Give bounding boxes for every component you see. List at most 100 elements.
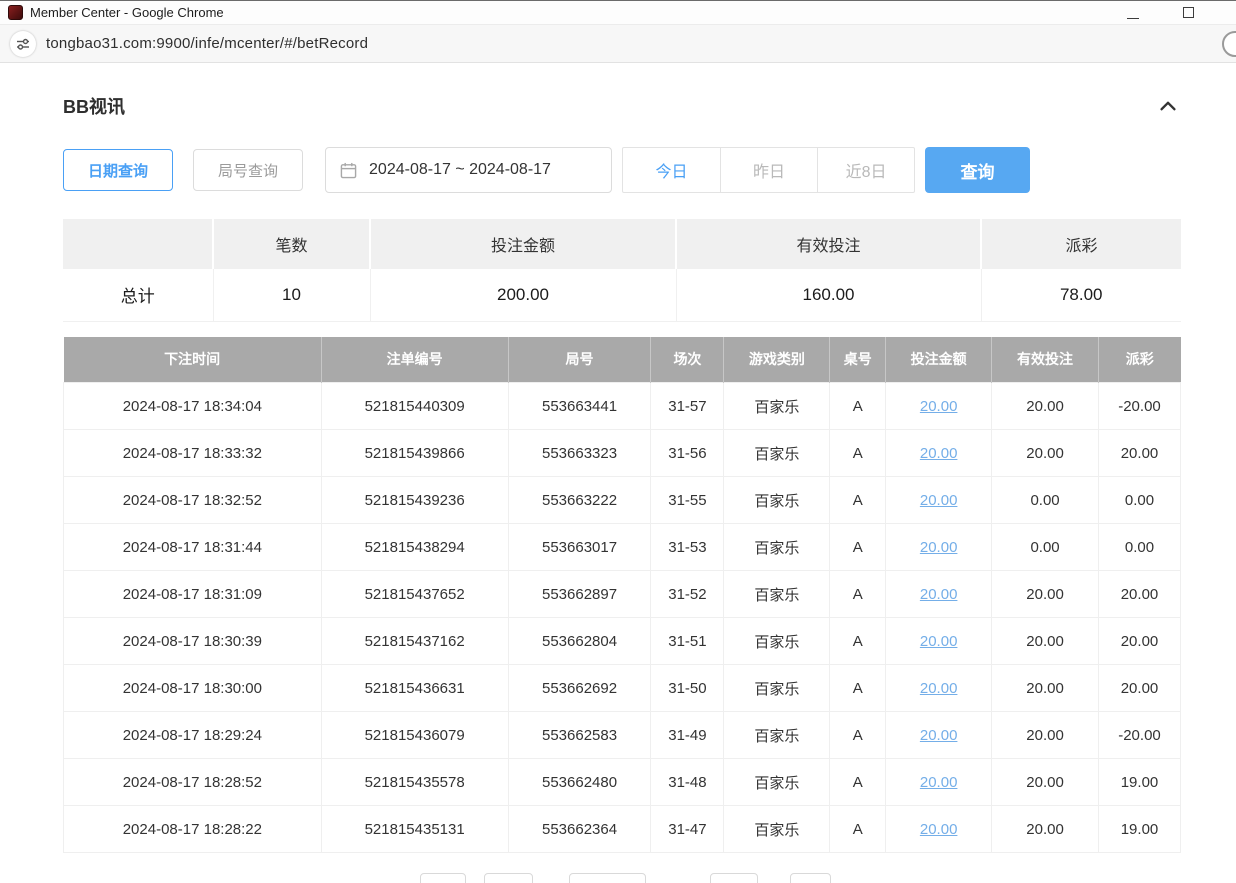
cell-payout: -20.00 xyxy=(1098,383,1180,430)
bet-amount-link[interactable]: 20.00 xyxy=(920,821,958,838)
window-controls xyxy=(1127,7,1228,19)
header-session: 场次 xyxy=(651,337,724,383)
pagination-button[interactable] xyxy=(484,873,533,883)
window-titlebar: Member Center - Google Chrome xyxy=(0,1,1236,25)
cell-bet-number: 521815438294 xyxy=(321,524,508,571)
bet-amount-link[interactable]: 20.00 xyxy=(920,633,958,650)
window-title: Member Center - Google Chrome xyxy=(30,5,224,20)
table-row: 2024-08-17 18:32:52 521815439236 5536632… xyxy=(64,477,1181,524)
minimize-button[interactable] xyxy=(1127,7,1139,19)
header-table-number: 桌号 xyxy=(830,337,886,383)
section-header: BB视讯 xyxy=(63,93,1181,119)
cell-bet-number: 521815436631 xyxy=(321,665,508,712)
cell-bet-amount: 20.00 xyxy=(886,806,992,853)
cell-bet-amount: 20.00 xyxy=(886,618,992,665)
cell-round-number: 553662480 xyxy=(508,759,651,806)
cell-table-number: A xyxy=(830,571,886,618)
cell-bet-time: 2024-08-17 18:34:04 xyxy=(64,383,322,430)
pagination-button[interactable] xyxy=(710,873,758,883)
pagination-button[interactable] xyxy=(420,873,466,883)
cell-round-number: 553663323 xyxy=(508,430,651,477)
bet-record-table: 下注时间 注单编号 局号 场次 游戏类别 桌号 投注金额 有效投注 派彩 202… xyxy=(63,337,1181,854)
pagination-jump-input[interactable] xyxy=(790,873,831,883)
bet-table-header-row: 下注时间 注单编号 局号 场次 游戏类别 桌号 投注金额 有效投注 派彩 xyxy=(64,337,1181,383)
cell-game-type: 百家乐 xyxy=(724,383,830,430)
maximize-button[interactable] xyxy=(1183,7,1194,18)
cell-bet-number: 521815436079 xyxy=(321,712,508,759)
summary-header-valid-bet: 有效投注 xyxy=(676,219,981,269)
quick-last8days-button[interactable]: 近8日 xyxy=(817,148,914,192)
table-row: 2024-08-17 18:33:32 521815439866 5536633… xyxy=(64,430,1181,477)
cell-table-number: A xyxy=(830,712,886,759)
collapse-section-button[interactable] xyxy=(1155,93,1181,119)
pagination-page-select[interactable] xyxy=(569,873,646,883)
profile-avatar[interactable] xyxy=(1222,31,1236,57)
quick-yesterday-button[interactable]: 昨日 xyxy=(720,148,817,192)
summary-total-row: 总计 10 200.00 160.00 78.00 xyxy=(63,269,1181,321)
cell-valid-bet: 0.00 xyxy=(992,524,1099,571)
cell-payout: 20.00 xyxy=(1098,618,1180,665)
cell-bet-amount: 20.00 xyxy=(886,477,992,524)
summary-header-row: 笔数 投注金额 有效投注 派彩 xyxy=(63,219,1181,269)
cell-bet-number: 521815439236 xyxy=(321,477,508,524)
bet-amount-link[interactable]: 20.00 xyxy=(920,774,958,791)
search-button[interactable]: 查询 xyxy=(925,147,1030,193)
summary-header-payout: 派彩 xyxy=(981,219,1181,269)
table-row: 2024-08-17 18:28:22 521815435131 5536623… xyxy=(64,806,1181,853)
chevron-up-icon xyxy=(1157,95,1179,117)
cell-session: 31-53 xyxy=(651,524,724,571)
cell-table-number: A xyxy=(830,618,886,665)
date-query-tab[interactable]: 日期查询 xyxy=(63,149,173,191)
bet-amount-link[interactable]: 20.00 xyxy=(920,680,958,697)
summary-table: 笔数 投注金额 有效投注 派彩 总计 10 200.00 160.00 78.0… xyxy=(63,219,1181,322)
bet-amount-link[interactable]: 20.00 xyxy=(920,492,958,509)
round-query-tab[interactable]: 局号查询 xyxy=(193,149,303,191)
cell-game-type: 百家乐 xyxy=(724,665,830,712)
date-range-value: 2024-08-17 ~ 2024-08-17 xyxy=(369,161,551,179)
bet-amount-link[interactable]: 20.00 xyxy=(920,727,958,744)
cell-round-number: 553662804 xyxy=(508,618,651,665)
cell-table-number: A xyxy=(830,759,886,806)
cell-bet-amount: 20.00 xyxy=(886,759,992,806)
cell-game-type: 百家乐 xyxy=(724,806,830,853)
date-range-picker[interactable]: 2024-08-17 ~ 2024-08-17 xyxy=(325,147,612,193)
cell-table-number: A xyxy=(830,524,886,571)
cell-bet-number: 521815437652 xyxy=(321,571,508,618)
table-row: 2024-08-17 18:31:44 521815438294 5536630… xyxy=(64,524,1181,571)
cell-table-number: A xyxy=(830,477,886,524)
browser-window: Member Center - Google Chrome tongbao31.… xyxy=(0,0,1236,883)
summary-total-bet-amount: 200.00 xyxy=(370,269,676,321)
cell-session: 31-51 xyxy=(651,618,724,665)
cell-valid-bet: 20.00 xyxy=(992,383,1099,430)
cell-payout: 20.00 xyxy=(1098,665,1180,712)
cell-bet-number: 521815435131 xyxy=(321,806,508,853)
cell-payout: 0.00 xyxy=(1098,477,1180,524)
table-row: 2024-08-17 18:30:00 521815436631 5536626… xyxy=(64,665,1181,712)
calendar-icon xyxy=(340,162,357,179)
cell-valid-bet: 20.00 xyxy=(992,571,1099,618)
cell-bet-number: 521815439866 xyxy=(321,430,508,477)
bet-record-page: BB视讯 日期查询 局号查询 xyxy=(0,63,1236,853)
cell-payout: -20.00 xyxy=(1098,712,1180,759)
tune-icon xyxy=(16,37,30,51)
table-row: 2024-08-17 18:29:24 521815436079 5536625… xyxy=(64,712,1181,759)
cell-game-type: 百家乐 xyxy=(724,571,830,618)
cell-round-number: 553663017 xyxy=(508,524,651,571)
cell-valid-bet: 20.00 xyxy=(992,712,1099,759)
bet-amount-link[interactable]: 20.00 xyxy=(920,445,958,462)
header-bet-amount: 投注金额 xyxy=(886,337,992,383)
bet-amount-link[interactable]: 20.00 xyxy=(920,539,958,556)
table-row: 2024-08-17 18:34:04 521815440309 5536634… xyxy=(64,383,1181,430)
bet-amount-link[interactable]: 20.00 xyxy=(920,586,958,603)
cell-bet-amount: 20.00 xyxy=(886,571,992,618)
bet-amount-link[interactable]: 20.00 xyxy=(920,398,958,415)
cell-round-number: 553662897 xyxy=(508,571,651,618)
site-settings-button[interactable] xyxy=(10,31,36,57)
cell-bet-amount: 20.00 xyxy=(886,383,992,430)
cell-round-number: 553663441 xyxy=(508,383,651,430)
quick-today-button[interactable]: 今日 xyxy=(623,148,720,192)
cell-game-type: 百家乐 xyxy=(724,759,830,806)
header-bet-number: 注单编号 xyxy=(321,337,508,383)
url-text[interactable]: tongbao31.com:9900/infe/mcenter/#/betRec… xyxy=(46,35,368,52)
table-row: 2024-08-17 18:30:39 521815437162 5536628… xyxy=(64,618,1181,665)
